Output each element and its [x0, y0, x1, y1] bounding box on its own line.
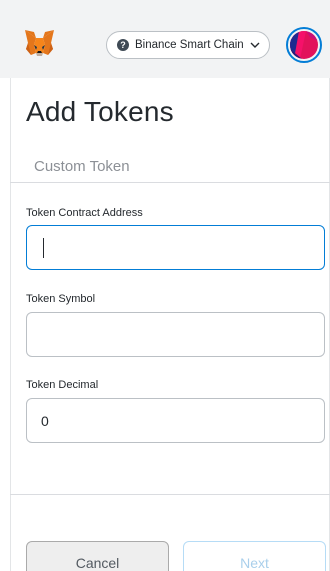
token-symbol-input[interactable] [26, 312, 325, 357]
token-contract-address-label: Token Contract Address [26, 207, 143, 219]
identicon [290, 31, 318, 59]
text-caret [43, 238, 44, 258]
chevron-down-icon [250, 42, 260, 48]
page-title: Add Tokens [26, 96, 174, 127]
metamask-fox-icon[interactable] [24, 29, 55, 57]
cancel-button[interactable]: Cancel [26, 541, 169, 571]
next-button[interactable]: Next [183, 541, 326, 571]
question-circle-icon: ? [117, 39, 129, 51]
network-label: Binance Smart Chain [135, 39, 244, 51]
token-decimal-label: Token Decimal [26, 379, 99, 391]
account-avatar[interactable] [286, 27, 322, 63]
token-contract-address-input[interactable] [26, 225, 325, 270]
footer-divider [10, 494, 330, 495]
tab-custom-token[interactable]: Custom Token [34, 158, 130, 175]
network-selector[interactable]: ? Binance Smart Chain [106, 31, 270, 59]
app-header: ? Binance Smart Chain [0, 0, 330, 78]
tab-divider [10, 182, 330, 183]
token-symbol-label: Token Symbol [26, 293, 96, 305]
identicon-graphic [290, 31, 318, 59]
content-left-border [10, 78, 11, 571]
add-tokens-page: ? Binance Smart Chain Add Tokens Custom … [0, 0, 330, 571]
token-decimal-input[interactable] [26, 398, 325, 443]
